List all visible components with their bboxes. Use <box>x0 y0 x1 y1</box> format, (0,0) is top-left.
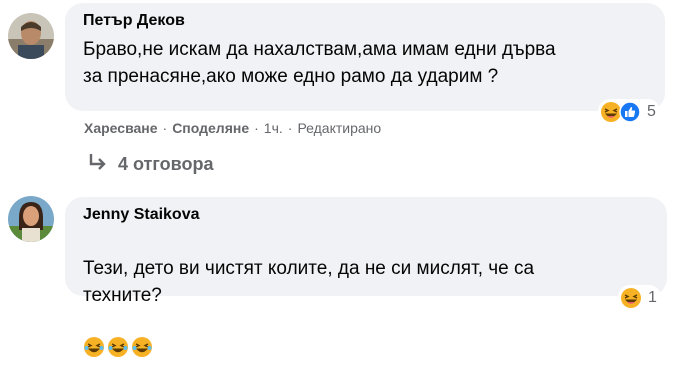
reaction-count: 5 <box>647 103 656 120</box>
reaction-summary-2[interactable]: 1 <box>618 285 661 311</box>
separator-dot: · <box>254 120 259 136</box>
laugh-emoji-icon <box>131 309 153 385</box>
comment-text: Браво,не искам да нахалствам,ама имам ед… <box>83 39 556 87</box>
like-action-link[interactable]: Харесване <box>84 120 158 136</box>
avatar-petar[interactable] <box>8 13 54 59</box>
view-replies-link[interactable]: 4 отговора <box>88 152 213 176</box>
separator-dot: · <box>162 120 168 136</box>
separator-dot: · <box>287 120 293 136</box>
reaction-count: 1 <box>648 289 657 306</box>
laugh-emoji-icon <box>83 309 105 385</box>
laugh-emoji-icon <box>107 309 129 385</box>
comment-bubble-1: Петър Деков Браво,не искам да нахалствам… <box>65 3 665 111</box>
reaction-summary-1[interactable]: 5 <box>598 99 660 125</box>
comment-timestamp[interactable]: 1ч. <box>264 120 283 136</box>
comment-author[interactable]: Петър Деков <box>83 11 653 31</box>
comment-text: Тези, дето ви чистят колите, да не си ми… <box>83 228 655 385</box>
edited-label[interactable]: Редактирано <box>297 120 381 136</box>
comment-author[interactable]: Jenny Staikova <box>83 205 655 225</box>
comment-actions: Харесване · Споделяне · 1ч. · Редактиран… <box>84 120 381 136</box>
like-icon <box>619 101 641 123</box>
share-action-link[interactable]: Споделяне <box>172 120 249 136</box>
replies-count-label: 4 отговора <box>118 153 214 174</box>
comment-text-body: Тези, дето ви чистят колите, да не си ми… <box>83 258 535 306</box>
reply-arrow-icon <box>88 152 108 176</box>
comment-bubble-2: Jenny Staikova Тези, дето ви чистят коли… <box>65 197 667 357</box>
avatar-jenny[interactable] <box>8 196 54 242</box>
